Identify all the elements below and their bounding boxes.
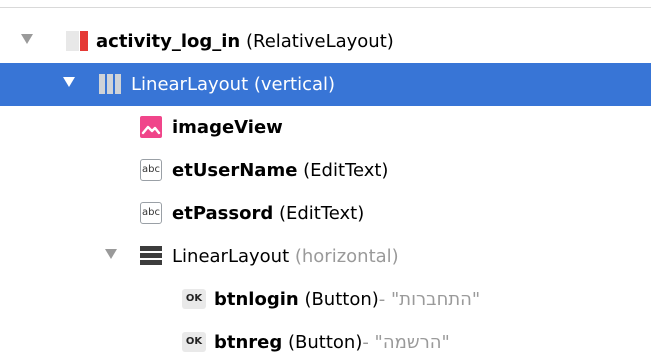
button-icon: OK <box>182 332 206 352</box>
node-name: LinearLayout <box>172 246 290 267</box>
node-name: LinearLayout <box>131 74 249 95</box>
node-name: etUserName <box>172 160 298 181</box>
tree-node-activity-log-in[interactable]: activity_log_in (RelativeLayout) <box>0 20 651 63</box>
tree-node-label: etPassord (EditText) <box>172 192 364 235</box>
tree-node-etusername[interactable]: abc etUserName (EditText) <box>0 149 651 192</box>
node-type: (Button) <box>282 332 363 353</box>
linear-layout-horizontal-icon <box>140 246 162 266</box>
top-divider <box>0 0 651 8</box>
image-view-icon <box>140 116 162 138</box>
expand-arrow-icon[interactable] <box>63 77 75 87</box>
tree-node-linearlayout-vertical[interactable]: LinearLayout (vertical) <box>0 63 651 106</box>
node-name: btnreg <box>214 332 283 353</box>
tree-node-label: etUserName (EditText) <box>172 149 388 192</box>
tree-node-label: activity_log_in (RelativeLayout) <box>96 20 394 63</box>
tree-node-label: LinearLayout (vertical) <box>131 63 335 106</box>
node-type: (EditText) <box>273 203 365 224</box>
relative-layout-icon <box>66 31 88 51</box>
tree-node-imageview[interactable]: imageView <box>0 106 651 149</box>
linear-layout-vertical-icon <box>99 74 121 94</box>
node-name: etPassord <box>172 203 274 224</box>
expand-arrow-icon[interactable] <box>21 34 33 44</box>
node-type: (Button) <box>298 289 379 310</box>
tree-node-linearlayout-horizontal[interactable]: LinearLayout (horizontal) <box>0 235 651 278</box>
button-icon: OK <box>182 289 206 309</box>
tree-node-etpassord[interactable]: abc etPassord (EditText) <box>0 192 651 235</box>
tree-node-btnlogin[interactable]: OK btnlogin (Button)"התחברות" - <box>0 278 651 321</box>
tree-node-label: btnlogin (Button)"התחברות" - <box>214 278 480 321</box>
node-text: "התחברות" - <box>378 289 481 310</box>
tree-node-label: imageView <box>172 106 283 149</box>
node-name: imageView <box>172 117 283 138</box>
edit-text-icon: abc <box>140 202 162 224</box>
node-type: (RelativeLayout) <box>240 31 394 52</box>
node-name: activity_log_in <box>96 31 241 52</box>
node-name: btnlogin <box>214 289 299 310</box>
node-type: (horizontal) <box>289 246 399 267</box>
expand-arrow-icon[interactable] <box>105 249 117 259</box>
tree-node-label: LinearLayout (horizontal) <box>172 235 399 278</box>
edit-text-icon: abc <box>140 159 162 181</box>
node-text: "הרשמה" - <box>362 332 450 353</box>
node-type: (EditText) <box>297 160 389 181</box>
component-tree: activity_log_in (RelativeLayout) LinearL… <box>0 20 651 364</box>
node-type: (vertical) <box>248 74 336 95</box>
